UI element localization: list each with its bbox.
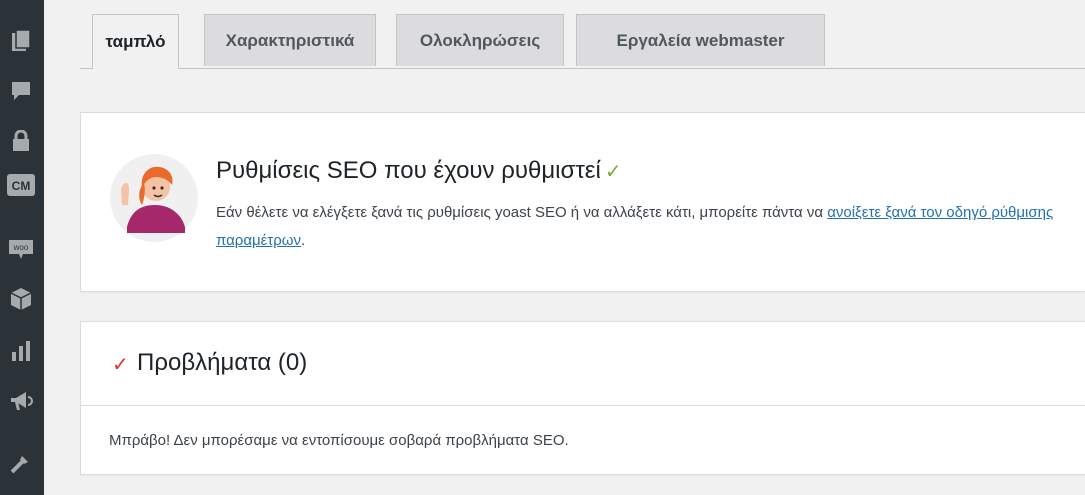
- admin-sidebar: CM woo: [0, 0, 44, 495]
- woo-icon[interactable]: woo: [6, 236, 36, 262]
- problems-message: Μπράβο! Δεν μπορέσαμε να εντοπίσουμε σοβ…: [109, 432, 569, 449]
- svg-text:CM: CM: [12, 179, 31, 193]
- check-red-icon: ✓: [112, 354, 129, 376]
- seo-setup-card: Ρυθμίσεις SEO που έχουν ρυθμιστεί ✓ Εάν θ…: [80, 112, 1085, 292]
- tools-icon[interactable]: [6, 450, 36, 476]
- svg-text:woo: woo: [13, 243, 29, 252]
- setup-text: Εάν θέλετε να ελέγξετε ξανά τις ρυθμίσει…: [216, 204, 828, 221]
- cm-icon[interactable]: CM: [6, 172, 36, 198]
- box-icon[interactable]: [6, 286, 36, 312]
- problems-title: Προβλήματα (0): [137, 349, 308, 376]
- lock-icon[interactable]: [6, 128, 36, 154]
- tab-features[interactable]: Χαρακτηριστικά: [204, 14, 376, 66]
- tab-integrations[interactable]: Ολοκληρώσεις: [396, 14, 564, 66]
- setup-title: Ρυθμίσεις SEO που έχουν ρυθμιστεί ✓: [216, 157, 622, 185]
- tab-dashboard[interactable]: ταμπλό: [92, 14, 179, 69]
- marketing-icon[interactable]: [6, 388, 36, 414]
- check-green-icon: ✓: [604, 161, 622, 183]
- avatar: [109, 153, 199, 243]
- setup-title-text: Ρυθμίσεις SEO που έχουν ρυθμιστεί: [216, 157, 601, 184]
- problems-card: ✓ Προβλήματα (0) Μπράβο! Δεν μπορέσαμε ν…: [80, 321, 1085, 475]
- analytics-icon[interactable]: [6, 338, 36, 364]
- comments-icon[interactable]: [6, 78, 36, 104]
- setup-text-end: .: [301, 232, 306, 249]
- problems-header[interactable]: ✓ Προβλήματα (0): [81, 322, 1085, 406]
- setup-description: Εάν θέλετε να ελέγξετε ξανά τις ρυθμίσει…: [216, 199, 1066, 255]
- pages-icon[interactable]: [6, 28, 36, 54]
- settings-tabs: ταμπλό Χαρακτηριστικά Ολοκληρώσεις Εργαλ…: [80, 14, 1085, 69]
- tab-webmaster-tools[interactable]: Εργαλεία webmaster: [576, 14, 825, 66]
